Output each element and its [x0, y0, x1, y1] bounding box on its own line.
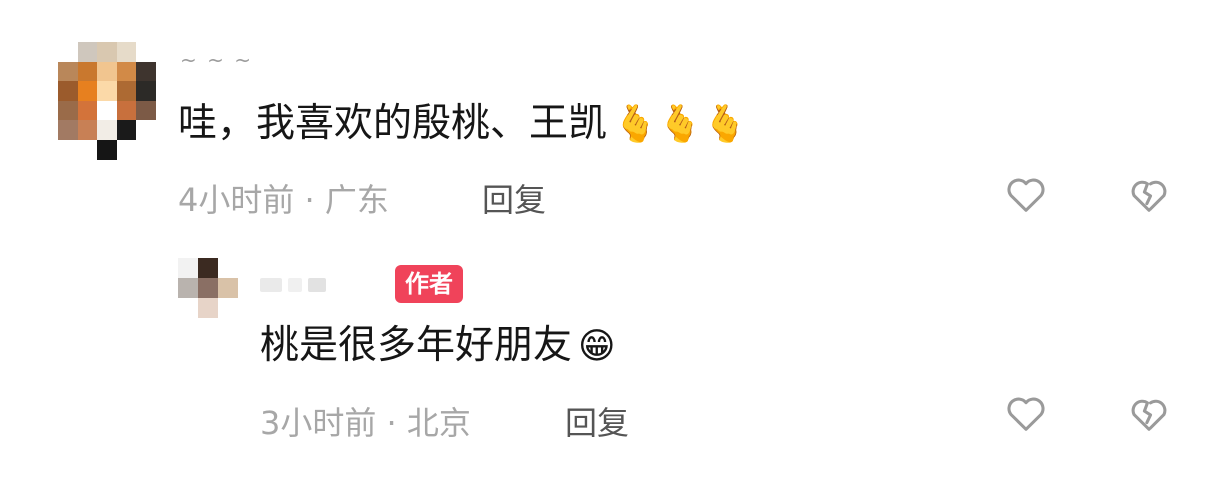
heart-outline-icon[interactable] [1003, 390, 1049, 436]
reply-button[interactable]: 回复 [565, 398, 629, 444]
comment-body: 哇，我喜欢的殷桃、王凯 [178, 101, 608, 146]
timestamp-location: 4小时前 · 广东 [178, 181, 389, 219]
broken-heart-icon[interactable] [1126, 390, 1172, 436]
username[interactable] [260, 278, 326, 292]
username[interactable]: ~ ~ ~ [180, 48, 253, 72]
avatar[interactable] [178, 258, 238, 318]
reply-comment-item: 作者 桃是很多年好朋友 😁 3小时前 · 北京 回复 [0, 240, 1219, 478]
author-badge: 作者 [395, 265, 463, 303]
comment-text: 哇，我喜欢的殷桃、王凯 🫰🫰🫰 [178, 100, 748, 149]
finger-heart-emoji: 🫰🫰🫰 [613, 104, 748, 145]
comment-text: 桃是很多年好朋友 😁 [260, 322, 616, 371]
heart-outline-icon[interactable] [1003, 171, 1049, 217]
timestamp-location: 3小时前 · 北京 [260, 404, 471, 442]
avatar[interactable] [58, 42, 156, 160]
reply-button[interactable]: 回复 [482, 175, 546, 221]
comment-body: 桃是很多年好朋友 [260, 323, 573, 368]
broken-heart-icon[interactable] [1126, 171, 1172, 217]
grinning-emoji: 😁 [578, 326, 616, 367]
comment-item: ~ ~ ~ 哇，我喜欢的殷桃、王凯 🫰🫰🫰 4小时前 · 广东 回复 [0, 0, 1219, 230]
